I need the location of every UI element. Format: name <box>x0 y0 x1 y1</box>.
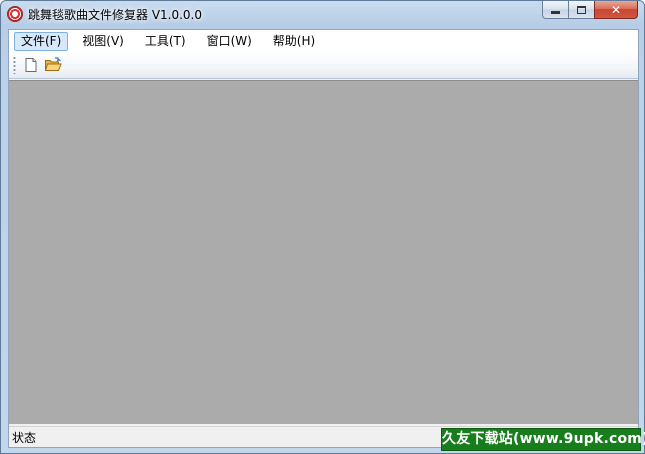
open-folder-button[interactable] <box>42 54 64 76</box>
maximize-button[interactable] <box>568 1 594 19</box>
menu-help[interactable]: 帮助(H) <box>266 32 322 51</box>
new-file-button[interactable] <box>20 54 42 76</box>
application-window: 跳舞毯歌曲文件修复器 V1.0.0.0 ✕ 文件(F) 视图(V) 工具(T) … <box>0 0 645 454</box>
menu-view[interactable]: 视图(V) <box>75 32 131 51</box>
minimize-icon <box>551 11 560 14</box>
window-title: 跳舞毯歌曲文件修复器 V1.0.0.0 <box>28 8 203 22</box>
watermark-badge: 久友下载站(www.9upk.com) <box>441 428 645 451</box>
mdi-workspace[interactable] <box>9 80 638 424</box>
status-text: 状态 <box>12 430 37 445</box>
close-button[interactable]: ✕ <box>594 1 638 19</box>
toolbar <box>9 52 638 79</box>
menu-file[interactable]: 文件(F) <box>14 31 69 51</box>
client-area: 文件(F) 视图(V) 工具(T) 窗口(W) 帮助(H) 状态 <box>8 29 639 448</box>
menu-bar: 文件(F) 视图(V) 工具(T) 窗口(W) 帮助(H) <box>9 30 638 52</box>
app-icon[interactable] <box>7 6 23 22</box>
window-controls: ✕ <box>542 1 638 19</box>
open-folder-icon <box>44 57 62 71</box>
maximize-icon <box>577 5 586 14</box>
close-icon: ✕ <box>610 2 622 17</box>
title-bar[interactable]: 跳舞毯歌曲文件修复器 V1.0.0.0 ✕ <box>1 1 644 27</box>
menu-window[interactable]: 窗口(W) <box>200 32 259 51</box>
menu-tools[interactable]: 工具(T) <box>138 32 193 51</box>
toolbar-grip[interactable] <box>13 56 16 74</box>
new-file-icon <box>25 58 37 72</box>
minimize-button[interactable] <box>542 1 568 19</box>
